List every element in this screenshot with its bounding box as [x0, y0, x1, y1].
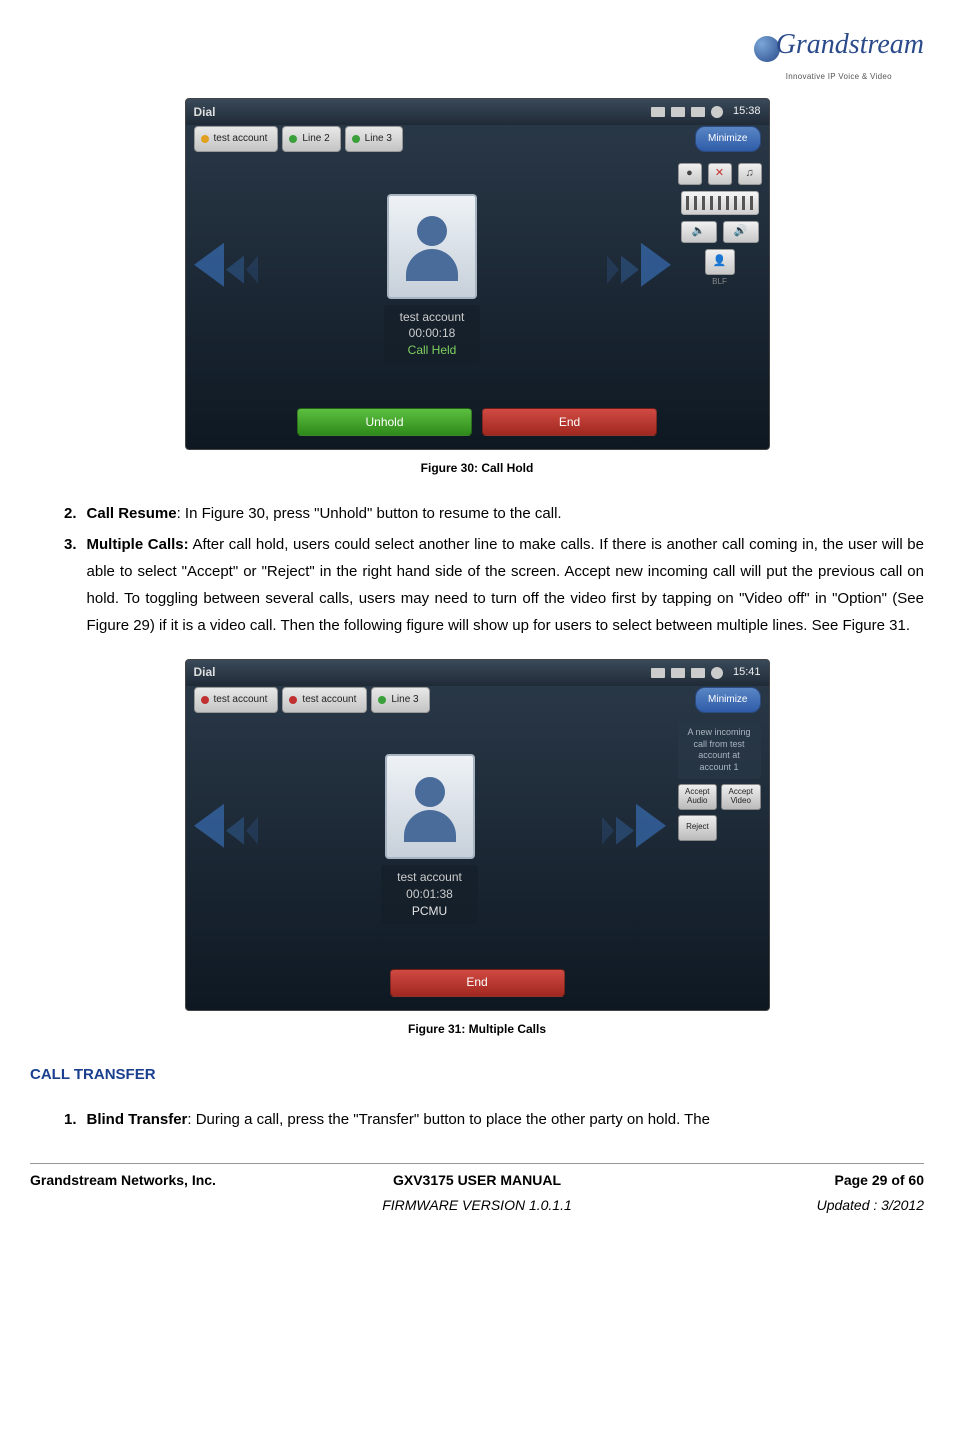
status-sync-icon — [711, 667, 723, 679]
minimize-button[interactable]: Minimize — [695, 687, 760, 713]
dtmf-keypad-button[interactable] — [681, 191, 759, 215]
line-tab-1[interactable]: test account — [194, 126, 279, 152]
footer-page: Page 29 of 60 — [626, 1168, 924, 1193]
status-volume-icon — [691, 668, 705, 678]
unhold-button[interactable]: Unhold — [297, 408, 472, 436]
figure-31-caption: Figure 31: Multiple Calls — [30, 1019, 924, 1041]
line-tab-3[interactable]: Line 3 — [345, 126, 403, 152]
caller-name: test account — [397, 869, 462, 886]
status-clock: 15:38 — [733, 102, 761, 122]
page-footer: Grandstream Networks, Inc. GXV3175 USER … — [30, 1163, 924, 1193]
screen-title: Dial — [194, 102, 216, 124]
line-tab-1[interactable]: test account — [194, 687, 279, 713]
footer-company: Grandstream Networks, Inc. — [30, 1168, 328, 1193]
call-duration: 00:01:38 — [397, 886, 462, 903]
call-codec: PCMU — [397, 903, 462, 920]
status-dot-icon — [201, 135, 209, 143]
accept-audio-button[interactable]: Accept Audio — [678, 784, 718, 810]
figure-30-caption: Figure 30: Call Hold — [30, 458, 924, 480]
vol-down-button[interactable]: 🔈 — [681, 221, 717, 243]
arrow-right-tiny-icon — [607, 256, 619, 284]
list-number-2: 2. — [64, 500, 77, 527]
device-screen-call-hold: Dial 15:38 test account Line 2 Line 3 Mi… — [185, 98, 770, 450]
arrow-left-icon[interactable] — [194, 243, 224, 287]
status-card-icon — [651, 668, 665, 678]
person-icon — [400, 772, 460, 842]
caller-avatar — [385, 754, 475, 859]
end-button[interactable]: End — [390, 969, 565, 997]
screen-title: Dial — [194, 662, 216, 684]
status-card-icon — [651, 107, 665, 117]
figure-30: Dial 15:38 test account Line 2 Line 3 Mi… — [30, 98, 924, 480]
line-tab-label: test account — [214, 691, 268, 709]
footer-firmware: FIRMWARE VERSION 1.0.1.1 — [328, 1193, 626, 1218]
end-button[interactable]: End — [482, 408, 657, 436]
caller-avatar — [387, 194, 477, 299]
mute-mic-button[interactable]: ✕ — [708, 163, 732, 185]
status-dot-icon — [378, 696, 386, 704]
arrow-left-small-icon — [226, 817, 244, 845]
status-dot-icon — [352, 135, 360, 143]
status-network-icon — [671, 668, 685, 678]
footer-manual: GXV3175 USER MANUAL — [328, 1168, 626, 1193]
vol-up-button[interactable]: 🔊 — [723, 221, 759, 243]
line-tab-2[interactable]: Line 2 — [282, 126, 340, 152]
arrow-left-small-icon — [226, 256, 244, 284]
call-resume-text: : In Figure 30, press "Unhold" button to… — [177, 505, 562, 522]
status-network-icon — [671, 107, 685, 117]
line-tab-label: Line 2 — [302, 130, 329, 148]
headset-button[interactable]: ♫ — [738, 163, 762, 185]
record-button[interactable]: ● — [678, 163, 702, 185]
arrow-right-small-icon — [621, 256, 639, 284]
accept-video-button[interactable]: Accept Video — [721, 784, 761, 810]
minimize-button[interactable]: Minimize — [695, 126, 760, 152]
arrow-left-tiny-icon — [246, 256, 258, 284]
blf-label: BLF — [705, 275, 735, 289]
blind-transfer-label: Blind Transfer — [87, 1111, 188, 1128]
list-number-1: 1. — [64, 1106, 77, 1133]
page-footer-sub: FIRMWARE VERSION 1.0.1.1 Updated : 3/201… — [30, 1193, 924, 1218]
status-dot-icon — [289, 135, 297, 143]
line-tab-2[interactable]: test account — [282, 687, 367, 713]
status-volume-icon — [691, 107, 705, 117]
arrow-right-small-icon — [616, 817, 634, 845]
reject-button[interactable]: Reject — [678, 815, 718, 841]
logo-tagline: Innovative IP Voice & Video — [754, 70, 924, 84]
call-status: Call Held — [400, 342, 465, 359]
blf-button[interactable]: 👤 — [705, 249, 735, 275]
status-dot-icon — [201, 696, 209, 704]
line-tab-label: test account — [214, 130, 268, 148]
arrow-left-icon[interactable] — [194, 804, 224, 848]
line-tab-label: Line 3 — [391, 691, 418, 709]
list-number-3: 3. — [64, 531, 77, 639]
line-tab-label: test account — [302, 691, 356, 709]
device-screen-multiple-calls: Dial 15:41 test account test account Lin… — [185, 659, 770, 1011]
footer-updated: Updated : 3/2012 — [626, 1193, 924, 1218]
incoming-call-message: A new incoming call from test account at… — [678, 722, 761, 779]
multiple-calls-text: After call hold, users could select anot… — [87, 536, 924, 634]
line-tab-label: Line 3 — [365, 130, 392, 148]
brand-logo: Grandstream Innovative IP Voice & Video — [30, 20, 924, 88]
blind-transfer-text: : During a call, press the "Transfer" bu… — [187, 1111, 710, 1128]
status-sync-icon — [711, 106, 723, 118]
multiple-calls-label: Multiple Calls: — [87, 536, 189, 553]
call-resume-label: Call Resume — [87, 505, 177, 522]
figure-31: Dial 15:41 test account test account Lin… — [30, 659, 924, 1041]
call-duration: 00:00:18 — [400, 325, 465, 342]
line-tab-3[interactable]: Line 3 — [371, 687, 429, 713]
instruction-list: 2. Call Resume: In Figure 30, press "Unh… — [64, 500, 924, 639]
caller-name: test account — [400, 309, 465, 326]
arrow-right-tiny-icon — [602, 817, 614, 845]
arrow-right-icon[interactable] — [641, 243, 671, 287]
call-transfer-heading: CALL TRANSFER — [30, 1061, 924, 1088]
transfer-list: 1. Blind Transfer: During a call, press … — [64, 1106, 924, 1133]
arrow-left-tiny-icon — [246, 817, 258, 845]
logo-text: Grandstream — [776, 29, 924, 60]
arrow-right-icon[interactable] — [636, 804, 666, 848]
status-clock: 15:41 — [733, 663, 761, 683]
status-dot-icon — [289, 696, 297, 704]
person-icon — [402, 211, 462, 281]
